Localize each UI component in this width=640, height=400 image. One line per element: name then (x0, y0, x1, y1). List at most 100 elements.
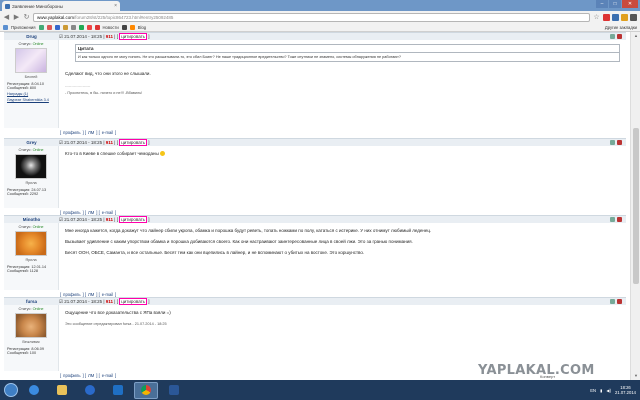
avatar[interactable] (15, 231, 47, 256)
cite-link[interactable]: цитировать (119, 215, 148, 223)
bookmark-icon[interactable] (38, 24, 44, 30)
bookmark-icon[interactable] (70, 24, 76, 30)
star-icon[interactable]: ☆ (593, 13, 600, 21)
extension-icon[interactable] (603, 13, 610, 21)
minimize-button[interactable]: – (596, 0, 608, 8)
blog-icon (129, 24, 135, 30)
chrome-icon (141, 385, 151, 395)
post-author[interactable]: Minotho (4, 217, 59, 222)
forum-post: Drug ☑ 21.07.2014 - 18:25 | 911 | [ цити… (4, 32, 626, 136)
extension-icon[interactable] (612, 13, 619, 21)
taskbar-app-chrome[interactable] (134, 381, 158, 399)
bookmark-icon[interactable] (86, 24, 92, 30)
pm-link[interactable]: ЛМ (88, 130, 94, 135)
address-bar[interactable]: www.yaplakal.com/forum28/st/225/topic864… (33, 12, 590, 22)
email-link[interactable]: e-mail (102, 130, 113, 135)
browser-tab[interactable]: Заявление Минобороны × (2, 1, 120, 11)
profile-link[interactable]: профиль (63, 292, 80, 297)
user-messages: Сообщений: 2292 (7, 192, 39, 196)
menu-icon[interactable] (630, 13, 637, 21)
rating-icon[interactable] (610, 140, 615, 145)
clock[interactable]: 18:26 21.07.2014 (615, 385, 636, 396)
scroll-down-icon[interactable]: ▼ (631, 372, 640, 380)
bookmark-blog[interactable]: Blog (138, 25, 146, 30)
bookmark-icon[interactable] (121, 24, 127, 30)
post-body: Статус: Online Беспей Регистрация: 8.04.… (4, 40, 626, 128)
taskbar-app-explorer[interactable] (50, 382, 74, 399)
forward-icon[interactable]: ▶ (13, 13, 20, 21)
cite-link[interactable]: цитировать (119, 297, 148, 305)
rating-icon[interactable] (610, 217, 615, 222)
bookmark-icon[interactable] (54, 24, 60, 30)
page-scrollbar[interactable]: ▲ ▼ (630, 32, 640, 380)
taskbar-app-word[interactable] (162, 382, 186, 399)
tab-close-icon[interactable]: × (114, 3, 117, 9)
bookmark-apps[interactable]: Приложения (11, 25, 36, 30)
post-paragraph: Мне иногда кажется, когда докажут что ла… (65, 228, 432, 233)
pm-link[interactable]: ЛМ (88, 373, 94, 378)
taskbar-app-outlook[interactable] (106, 382, 130, 399)
rating-icon[interactable] (610, 299, 615, 304)
email-link[interactable]: e-mail (102, 373, 113, 378)
bookmark-icon[interactable] (62, 24, 68, 30)
taskbar-app-ie[interactable] (22, 382, 46, 399)
email-link[interactable]: e-mail (102, 210, 113, 215)
bookmark-icon[interactable] (78, 24, 84, 30)
taskbar-app-media[interactable] (78, 382, 102, 399)
user-panel: Статус: Online Беспей Регистрация: 8.04.… (4, 40, 59, 128)
rating-icon[interactable] (617, 217, 622, 222)
window-controls: – □ ✕ (596, 0, 638, 8)
avatar[interactable] (15, 48, 47, 73)
close-window-button[interactable]: ✕ (622, 0, 638, 8)
maximize-button[interactable]: □ (609, 0, 621, 8)
system-tray: EN ▮ ◀) 18:26 21.07.2014 (590, 385, 636, 396)
scroll-up-icon[interactable]: ▲ (631, 32, 640, 40)
smiley-icon (160, 151, 166, 157)
post-header: Drug ☑ 21.07.2014 - 18:25 | 911 | [ цити… (4, 32, 626, 40)
address-domain: www.yaplakal.com (37, 14, 75, 20)
post-author[interactable]: fursa (4, 299, 59, 304)
user-award-item[interactable]: Лауреат Shabernikla 3.4 (7, 98, 55, 102)
news-icon (94, 24, 100, 30)
post-meta: ☑ 21.07.2014 - 18:25 | 911 | [ цитироват… (59, 32, 150, 40)
profile-link[interactable]: профиль (63, 210, 80, 215)
language-indicator[interactable]: EN (590, 388, 596, 393)
network-icon[interactable]: ▮ (600, 388, 602, 393)
user-panel: Статус: Online Ярила Регистрация: 24.07.… (4, 146, 59, 208)
rating-icon[interactable] (617, 140, 622, 145)
cite-link[interactable]: цитировать (119, 32, 148, 40)
other-bookmarks[interactable]: Другие закладки (605, 25, 637, 30)
cite-link[interactable]: цитировать (119, 138, 148, 146)
post-author[interactable]: Grey (4, 140, 59, 145)
user-status: Статус: Online (18, 42, 44, 46)
avatar[interactable] (15, 154, 47, 179)
signature: -------------------- - Проснитесь, в бы-… (65, 84, 143, 95)
profile-link[interactable]: профиль (63, 373, 80, 378)
email-link[interactable]: e-mail (102, 292, 113, 297)
volume-icon[interactable]: ◀) (606, 388, 611, 393)
pm-link[interactable]: ЛМ (88, 210, 94, 215)
post-header: Grey ☑ 21.07.2014 - 18:25 | 911 | [ цити… (4, 138, 626, 146)
avatar[interactable] (15, 313, 47, 338)
back-icon[interactable]: ◀ (3, 13, 10, 21)
pm-link[interactable]: ЛМ (88, 292, 94, 297)
extension-icon[interactable] (621, 13, 628, 21)
user-status: Статус: Online (18, 148, 44, 152)
start-button[interactable] (4, 383, 18, 397)
tab-title: Заявление Минобороны (12, 3, 63, 9)
reload-icon[interactable]: ↻ (23, 13, 30, 21)
quote-block: Цитата И как только одного не могу понят… (75, 44, 620, 63)
bookmark-news[interactable]: Новости (103, 25, 119, 30)
post-body: Статус: Online Ярила Регистрация: 12.01.… (4, 223, 626, 290)
rating-icon[interactable] (617, 34, 622, 39)
profile-link[interactable]: профиль (63, 130, 80, 135)
bookmark-icon[interactable] (46, 24, 52, 30)
post-author[interactable]: Drug (4, 34, 59, 39)
post-footer: [ профиль ] [ ЛМ ] [ e-mail ] (60, 129, 117, 135)
user-awards-link[interactable]: Награды (1) (7, 92, 55, 96)
scroll-thumb[interactable] (633, 128, 639, 284)
post-body: Статус: Online Ярила Регистрация: 24.07.… (4, 146, 626, 208)
folder-icon (57, 385, 67, 395)
rating-icon[interactable] (610, 34, 615, 39)
rating-icon[interactable] (617, 299, 622, 304)
